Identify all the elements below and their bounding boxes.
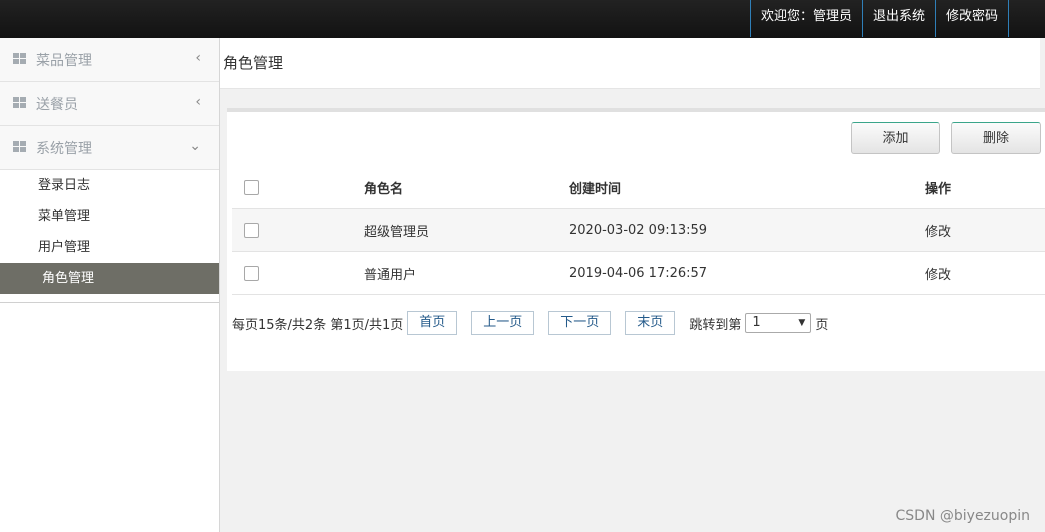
chevron-left-icon: ‹ xyxy=(195,50,201,66)
sidebar-menu-dishes[interactable]: 菜品管理 ‹ xyxy=(0,38,219,82)
add-button[interactable]: 添加 xyxy=(851,122,940,154)
sidebar-item-menu-management[interactable]: 菜单管理 xyxy=(0,201,219,232)
table-row: 普通用户 2019-04-06 17:26:57 修改 xyxy=(232,251,1045,295)
grid-icon xyxy=(13,97,26,108)
column-header-role-name: 角色名 xyxy=(364,166,569,209)
dropdown-caret-icon: ▼ xyxy=(798,318,806,328)
row-checkbox[interactable] xyxy=(244,222,259,238)
sidebar-menu-delivery[interactable]: 送餐员 ‹ xyxy=(0,82,219,126)
edit-link[interactable]: 修改 xyxy=(925,251,1045,295)
change-password-link[interactable]: 修改密码 xyxy=(934,0,1009,37)
created-time-cell: 2020-03-02 09:13:59 xyxy=(569,208,925,252)
sidebar-menu-system[interactable]: 系统管理 ⌄ xyxy=(0,126,219,170)
watermark: CSDN @biyezuopin xyxy=(895,508,1030,524)
grid-icon xyxy=(13,53,26,64)
page-jump-value: 1 xyxy=(752,315,761,330)
sidebar: 菜品管理 ‹ 送餐员 ‹ 系统管理 ⌄ 登录日志 菜单管理 用户管理 角色管理 xyxy=(0,38,220,532)
role-name-cell: 超级管理员 xyxy=(364,208,569,252)
welcome-text: 欢迎您：管理员 xyxy=(749,0,863,37)
chevron-down-icon: ⌄ xyxy=(189,138,201,154)
last-page-button[interactable]: 末页 xyxy=(625,311,676,335)
role-table: 角色名 创建时间 操作 超级管理员 2020-03-02 09:13:59 修改… xyxy=(232,166,1045,295)
chevron-left-icon: ‹ xyxy=(195,94,201,110)
edit-link[interactable]: 修改 xyxy=(925,208,1045,252)
row-select-cell xyxy=(232,251,364,295)
created-time-cell: 2019-04-06 17:26:57 xyxy=(569,251,925,295)
jump-prefix-label: 跳转到第 xyxy=(689,317,742,333)
top-bar: 欢迎您：管理员 退出系统 修改密码 xyxy=(0,0,1045,38)
top-links: 欢迎您：管理员 退出系统 修改密码 xyxy=(749,0,1009,38)
pagination: 每页15条/共2条 第1页/共1页 首页 上一页 下一页 末页 跳转到第 1 ▼… xyxy=(232,311,828,335)
sidebar-menu-label: 菜品管理 xyxy=(36,53,92,69)
jump-suffix-label: 页 xyxy=(815,317,829,333)
sidebar-item-role-management[interactable]: 角色管理 xyxy=(0,263,219,294)
sidebar-menu-label: 系统管理 xyxy=(36,141,92,157)
select-all-cell xyxy=(232,166,364,209)
logout-link[interactable]: 退出系统 xyxy=(861,0,936,37)
column-header-actions: 操作 xyxy=(925,166,1045,209)
next-page-button[interactable]: 下一页 xyxy=(548,311,612,335)
delete-button[interactable]: 删除 xyxy=(951,122,1041,154)
table-row: 超级管理员 2020-03-02 09:13:59 修改 xyxy=(232,208,1045,252)
select-all-checkbox[interactable] xyxy=(244,179,259,195)
pagination-summary: 每页15条/共2条 第1页/共1页 xyxy=(232,317,404,333)
role-name-cell: 普通用户 xyxy=(364,251,569,295)
sidebar-item-user-management[interactable]: 用户管理 xyxy=(0,232,219,263)
content-panel: 添加 删除 角色名 创建时间 操作 超级管理员 2020-03-02 09:13… xyxy=(227,108,1045,371)
prev-page-button[interactable]: 上一页 xyxy=(471,311,535,335)
table-header-row: 角色名 创建时间 操作 xyxy=(232,166,1045,209)
page-header: 角色管理 xyxy=(220,38,1040,89)
column-header-created-time: 创建时间 xyxy=(569,166,925,209)
row-checkbox[interactable] xyxy=(244,265,259,281)
row-select-cell xyxy=(232,208,364,252)
grid-icon xyxy=(13,141,26,152)
sidebar-menu-label: 送餐员 xyxy=(36,97,78,113)
system-submenu: 登录日志 菜单管理 用户管理 角色管理 xyxy=(0,170,219,303)
page-title: 角色管理 xyxy=(223,54,284,72)
first-page-button[interactable]: 首页 xyxy=(407,311,458,335)
page-jump-select[interactable]: 1 ▼ xyxy=(745,313,812,333)
sidebar-item-login-log[interactable]: 登录日志 xyxy=(0,170,219,201)
